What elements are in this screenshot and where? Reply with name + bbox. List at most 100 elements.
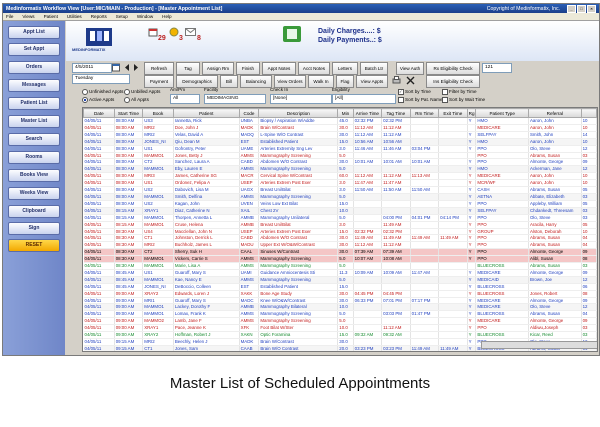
- green-clipboard-icon[interactable]: [281, 25, 303, 43]
- sort-by-wait[interactable]: Sort by Wait Time: [442, 97, 485, 103]
- alert-icon[interactable]: [169, 27, 179, 37]
- letters-button[interactable]: Letters: [332, 62, 358, 75]
- column-header[interactable]: Rm Time: [409, 108, 440, 118]
- table-row[interactable]: 04/05/11 09:00 AM XRAY2 Hoffman, Robert J XA…: [83, 331, 597, 339]
- sidebar-clipboard-button[interactable]: Clipboard: [8, 205, 60, 218]
- column-header[interactable]: Start Time: [113, 108, 144, 118]
- sort-name-check-icon[interactable]: [398, 97, 404, 103]
- print-icon[interactable]: [392, 76, 401, 85]
- sidebar-patient-list-button[interactable]: Patient List: [8, 97, 60, 110]
- view-appts-button[interactable]: View Appts: [356, 75, 388, 88]
- table-row[interactable]: 04/05/11 09:00 AM MAMMO1 Lackey, Dorothy FA…: [83, 303, 597, 312]
- table-row[interactable]: 04/05/11 08:00 AM US2 Kagan, John UVEN Veins …: [83, 200, 597, 208]
- menu-item-file[interactable]: File: [6, 14, 13, 19]
- table-row[interactable]: 04/05/11 08:45 AM MAMMO1 Kae, Nancy E AMMS Ma…: [83, 276, 597, 284]
- balancing-button[interactable]: Balancing: [240, 75, 272, 88]
- sort-by-time[interactable]: ✓ Sort by Time: [398, 89, 431, 95]
- column-header[interactable]: Patient: [172, 108, 240, 118]
- table-row[interactable]: 04/05/11 08:00 AM MAMMO1 Jones, Betty J AMMS…: [83, 152, 597, 160]
- appt-notes-button[interactable]: Appt Notes: [262, 62, 296, 75]
- table-row[interactable]: 04/05/11 08:00 AM MRI3 James, Catherine SG M…: [83, 172, 597, 181]
- walk-in-button[interactable]: Walk In: [308, 75, 334, 88]
- calendar-picker-icon[interactable]: [112, 63, 120, 72]
- rx-eligibility-button[interactable]: Rx Eligibility Check: [426, 62, 480, 75]
- eligibility-select[interactable]: [All]: [332, 94, 396, 104]
- table-row[interactable]: 04/05/11 08:00 AM US1 Ordonez, Felipa A USEP…: [83, 179, 597, 188]
- menu-item-window[interactable]: Window: [137, 14, 153, 19]
- table-row[interactable]: 04/05/11 08:30 AM US4 Macclellan, John N USE…: [83, 228, 597, 236]
- filter-by-time[interactable]: Filter by Time: [442, 89, 477, 95]
- table-row[interactable]: 04/05/11 08:00 AM MRI2 Velas, David A MADQ L-…: [83, 131, 597, 139]
- table-row[interactable]: 04/05/11 08:45 AM US1 Guaroff, Mary S UAMI Gu…: [83, 269, 597, 277]
- column-header[interactable]: Exit Time: [438, 108, 468, 118]
- sidebar-messages-button[interactable]: Messages: [8, 79, 60, 92]
- acct-notes-button[interactable]: Acct Notes: [298, 62, 330, 75]
- assign-room-button[interactable]: Assign Rm: [202, 62, 234, 75]
- table-row[interactable]: 04/05/11 08:15 AM MAMMO1 Thorpen, Annetta L…: [83, 214, 597, 222]
- side-value-field[interactable]: 121: [482, 63, 512, 73]
- column-header[interactable]: Min: [337, 108, 354, 118]
- table-row[interactable]: 04/05/11 08:00 AM MAMMO1 Eby, Lauren E AMMS M…: [83, 165, 597, 174]
- sort-wait-check-icon[interactable]: [442, 97, 448, 103]
- sidebar-orders-button[interactable]: Orders: [8, 61, 60, 74]
- table-row[interactable]: 04/05/11 08:30 AM MAMMO1 Vickers, Carrie SA…: [83, 255, 597, 264]
- prev-day-icon[interactable]: [123, 63, 131, 72]
- horizontal-scrollbar[interactable]: [481, 341, 597, 349]
- column-header[interactable]: Description: [258, 108, 339, 118]
- close-button[interactable]: ×: [587, 4, 596, 13]
- checkin-select[interactable]: [None]: [270, 94, 332, 104]
- column-header[interactable]: Date: [83, 108, 115, 118]
- refresh-button[interactable]: Refresh: [144, 62, 174, 75]
- menu-item-patient[interactable]: Patient: [44, 14, 58, 19]
- menu-item-reports[interactable]: Reports: [91, 14, 107, 19]
- am-pm-select[interactable]: All: [170, 94, 200, 104]
- ins-eligibility-button[interactable]: Ins Eligibility Check: [426, 75, 480, 88]
- sidebar-appt-list-button[interactable]: Appt List: [8, 26, 60, 39]
- sidebar-reset-button[interactable]: RESET: [8, 239, 60, 252]
- column-header[interactable]: Book: [142, 108, 174, 118]
- filter-unbilled[interactable]: Unbilled Appts: [124, 89, 160, 95]
- filter-active[interactable]: Active Appts: [82, 97, 114, 103]
- finish-button[interactable]: Finish: [236, 62, 260, 75]
- mail-icon[interactable]: [185, 28, 196, 36]
- minimize-button[interactable]: _: [567, 4, 576, 13]
- column-header[interactable]: Arrive Time: [352, 108, 383, 118]
- table-row[interactable]: 04/05/11 08:00 AM CT2 Sanchez, Laura A CABD A…: [83, 158, 597, 167]
- batch-letter-button[interactable]: Batch Ltr: [360, 62, 388, 75]
- date-field[interactable]: 4/5/2011: [72, 63, 112, 73]
- menu-item-help[interactable]: Help: [162, 14, 171, 19]
- table-row[interactable]: 04/05/11 08:00 AM US3 Iannetta, Rick UNBA Bio…: [83, 117, 597, 125]
- table-row[interactable]: 04/05/11 09:00 AM MAMMO2 Lamb, Jane F AMMS Ma…: [83, 317, 597, 326]
- table-row[interactable]: 04/05/11 08:00 AM US2 Dabovich, Lisa M UAGX B…: [83, 186, 597, 194]
- menu-item-views[interactable]: Views: [22, 14, 34, 19]
- column-header[interactable]: Referral: [528, 108, 582, 118]
- table-row[interactable]: 04/05/11 08:15 AM XRAY1 Diaz, Catherine N XA…: [83, 207, 597, 215]
- table-row[interactable]: 04/05/11 08:45 AM JONES_NI DeBoccio, Collee…: [83, 283, 597, 291]
- delete-icon[interactable]: [406, 76, 415, 85]
- table-row[interactable]: 04/05/11 09:00 AM XRAY1 Pace, Jeanne K XFK Fo…: [83, 324, 597, 333]
- facility-select[interactable]: MEDIMAGING: [204, 94, 266, 104]
- sidebar-sign-button[interactable]: Sign: [8, 222, 60, 235]
- table-row[interactable]: 04/05/11 09:00 AM MAMMO1 Lomax, Frank K AMMS…: [83, 310, 597, 319]
- table-row[interactable]: 04/05/11 08:15 AM MAMMO1 Cruse, Helena AMMB B…: [83, 221, 597, 229]
- table-row[interactable]: 04/05/11 08:30 AM MRI2 Buchholz, James L MAD…: [83, 241, 597, 250]
- filter-unfinished[interactable]: Unfinished Appts: [82, 89, 123, 95]
- table-row[interactable]: 04/05/11 08:00 AM JONES_NI Qiu, Dean M EST Es…: [83, 138, 597, 146]
- table-row[interactable]: 04/05/11 08:00 AM MAMMO1 Smith, Delfina AMMS…: [83, 193, 597, 201]
- sidebar-set-appt-button[interactable]: Set Appt: [8, 43, 60, 56]
- tag-button[interactable]: Tag: [176, 62, 200, 75]
- bill-button[interactable]: Bill: [220, 75, 238, 88]
- table-row[interactable]: 04/05/11 08:00 AM US1 Gofrontry, Peter UAME A…: [83, 145, 597, 153]
- sidebar-rooms-button[interactable]: Rooms: [8, 151, 60, 164]
- next-day-icon[interactable]: [132, 63, 140, 72]
- table-row[interactable]: 04/05/11 08:30 AM MAMMO1 Marie, Lisa A AMMS M…: [83, 262, 597, 270]
- unbilled-radio-icon[interactable]: [124, 89, 130, 95]
- column-header[interactable]: [580, 108, 597, 118]
- all-radio-icon[interactable]: [124, 97, 130, 103]
- view-auth-button[interactable]: View Auth: [396, 62, 424, 75]
- active-radio-icon[interactable]: [82, 97, 88, 103]
- sidebar-weeks-view-button[interactable]: Weeks View: [8, 187, 60, 200]
- table-row[interactable]: 04/05/11 08:00 AM MRI2 Doe, John J MADK Brain…: [83, 124, 597, 132]
- calendar-icon[interactable]: [148, 27, 158, 37]
- sidebar-books-view-button[interactable]: Books View: [8, 169, 60, 182]
